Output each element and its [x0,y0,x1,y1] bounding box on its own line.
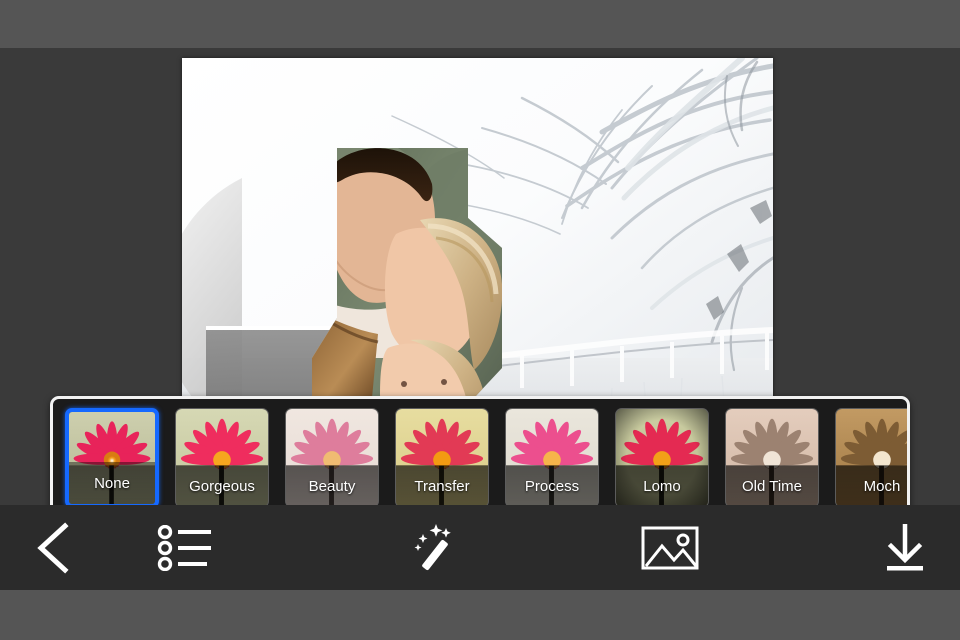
filter-strip[interactable]: None Gorgeous Beauty Transfer Process Lo… [50,396,910,520]
filter-track[interactable]: None Gorgeous Beauty Transfer Process Lo… [53,399,907,517]
app-root: None Gorgeous Beauty Transfer Process Lo… [0,0,960,640]
bottom-toolbar [0,505,960,590]
list-icon [157,524,211,571]
filter-label: Process [506,465,598,507]
editor-workspace: None Gorgeous Beauty Transfer Process Lo… [0,48,960,520]
filter-label: None [69,462,155,504]
filter-label: Gorgeous [176,465,268,507]
filter-item-transfer[interactable]: Transfer [395,408,489,508]
filter-label: Lomo [616,465,708,507]
save-button[interactable] [850,505,960,590]
filter-label: Transfer [396,465,488,507]
image-icon [641,526,699,569]
filter-item-mocha[interactable]: Moch [835,408,907,508]
effects-button[interactable] [380,505,490,590]
chevron-left-icon [37,521,69,574]
filter-item-gorgeous[interactable]: Gorgeous [175,408,269,508]
filter-item-process[interactable]: Process [505,408,599,508]
filter-label: Old Time [726,465,818,507]
filter-item-lomo[interactable]: Lomo [615,408,709,508]
photo-button[interactable] [610,505,730,590]
bottom-home-band [0,590,960,640]
filter-item-none[interactable]: None [65,408,159,508]
top-status-band [0,0,960,48]
magic-wand-icon [414,523,451,570]
filter-item-old-time[interactable]: Old Time [725,408,819,508]
filter-item-beauty[interactable]: Beauty [285,408,379,508]
download-icon [887,523,923,570]
filter-label: Beauty [286,465,378,507]
filter-label: Moch [836,465,907,507]
back-button[interactable] [0,505,110,590]
frames-button[interactable] [110,505,260,590]
